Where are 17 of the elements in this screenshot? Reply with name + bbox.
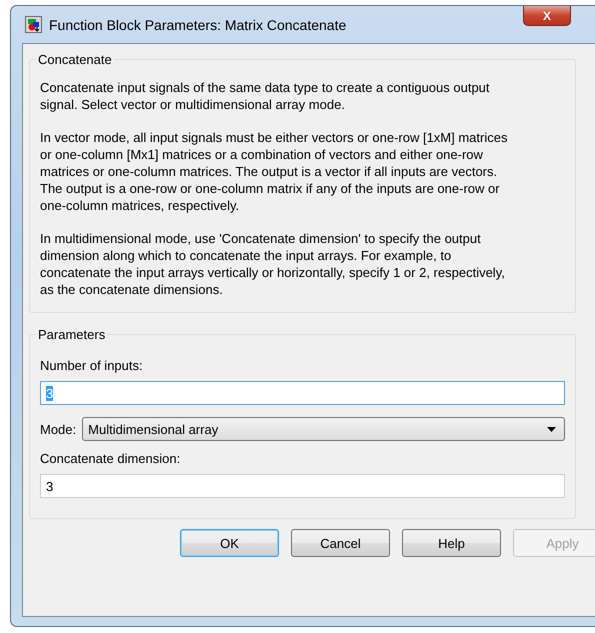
input-field[interactable]: 3 xyxy=(40,474,565,498)
field-label: Concatenate dimension: xyxy=(40,451,182,466)
app-icon xyxy=(25,16,42,33)
group-title: Concatenate xyxy=(37,52,113,67)
group-title: Parameters xyxy=(37,327,106,342)
description-text: In multidimensional mode, use 'Concatenate dimension' to specify the output dimension along which to concatenate the input arrays. For example, to concatenate the input arrays vertically or horizontally, specify 1 or 2, respectively, as the concatenate dimensions. xyxy=(40,230,506,298)
dialog-button[interactable]: Help xyxy=(402,529,501,557)
dialog-button[interactable]: Cancel xyxy=(291,529,390,557)
field-label: Mode: xyxy=(40,422,76,436)
field-label: Number of inputs: xyxy=(40,358,144,373)
description-text: Concatenate input signals of the same data type to create a contiguous output signal. Select vector or multidimensional array mode. xyxy=(40,79,491,113)
description-text: In vector mode, all input signals must be either vectors or one-row [1xM] matrices or one-column [Mx1] matrices or a combination of vectors and either one-row matrices or one-column matrices. The output is a vector if all inputs are vectors. The output is a one-row or one-column matrix if any of the inputs are one-row or one-column matrices, respectively. xyxy=(40,129,508,214)
window-title: Function Block Parameters: Matrix Concatenate xyxy=(49,16,346,32)
dialog-button[interactable]: OK xyxy=(180,529,279,557)
mode-dropdown[interactable]: Multidimensional array xyxy=(82,417,565,441)
caret-icon xyxy=(547,426,556,432)
close-button[interactable]: X xyxy=(523,6,571,26)
